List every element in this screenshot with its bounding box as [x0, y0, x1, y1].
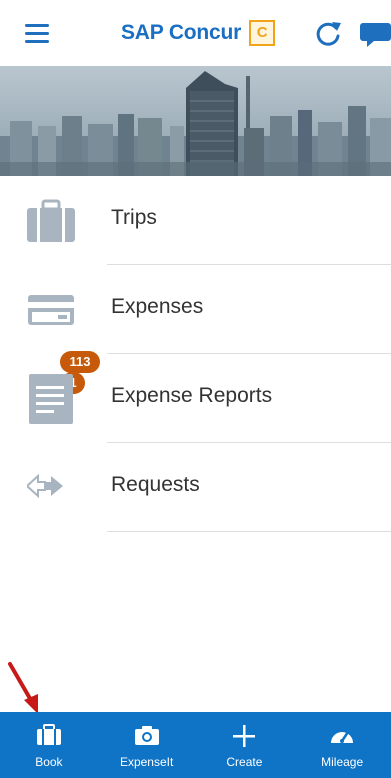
tab-label-expenseit: ExpenseIt	[119, 755, 174, 769]
refresh-icon[interactable]	[314, 19, 342, 47]
brand: SAP Concur C	[121, 20, 276, 46]
menu-label-trips: Trips	[111, 206, 157, 229]
briefcase-icon	[36, 724, 61, 745]
menu-item-expense-reports[interactable]: 113 Expense Reports	[0, 351, 391, 443]
speedometer-icon	[331, 730, 354, 743]
red-arrow-annotation-icon	[8, 662, 38, 714]
tab-expenseit[interactable]: ExpenseIt	[98, 712, 196, 778]
credit-card-icon	[28, 295, 74, 325]
document-icon	[29, 374, 73, 424]
tab-mileage[interactable]: Mileage	[293, 712, 391, 778]
menu-item-requests[interactable]: Requests	[0, 443, 391, 532]
brand-name: SAP Concur	[121, 21, 242, 44]
menu-label-expense-reports: Expense Reports	[111, 384, 273, 407]
hero-city-banner	[0, 66, 391, 176]
tab-book[interactable]: Book	[0, 712, 98, 778]
expense-reports-count-badge: 113	[60, 351, 100, 373]
tab-label-book: Book	[35, 755, 63, 769]
arrows-exchange-icon	[27, 473, 63, 499]
tab-label-create: Create	[226, 755, 263, 769]
tab-create[interactable]: Create	[196, 712, 294, 778]
suitcase-icon	[27, 199, 75, 242]
plus-icon	[233, 725, 256, 747]
divider	[107, 531, 391, 532]
main-menu: Trips 1 Expenses 113 Expense Reports	[0, 176, 391, 532]
menu-label-expenses: Expenses	[111, 295, 204, 318]
app-header: SAP Concur C	[0, 0, 391, 66]
chat-icon[interactable]	[360, 20, 391, 48]
bottom-tab-bar: Book ExpenseIt Create Mileage	[0, 712, 391, 778]
menu-label-requests: Requests	[111, 473, 200, 496]
menu-item-trips[interactable]: Trips	[0, 176, 391, 265]
concur-logo-icon: C	[249, 20, 276, 46]
hamburger-menu-icon[interactable]	[25, 24, 49, 44]
camera-icon	[134, 726, 159, 745]
tab-label-mileage: Mileage	[321, 755, 364, 769]
menu-item-expenses[interactable]: 1 Expenses	[0, 265, 391, 394]
